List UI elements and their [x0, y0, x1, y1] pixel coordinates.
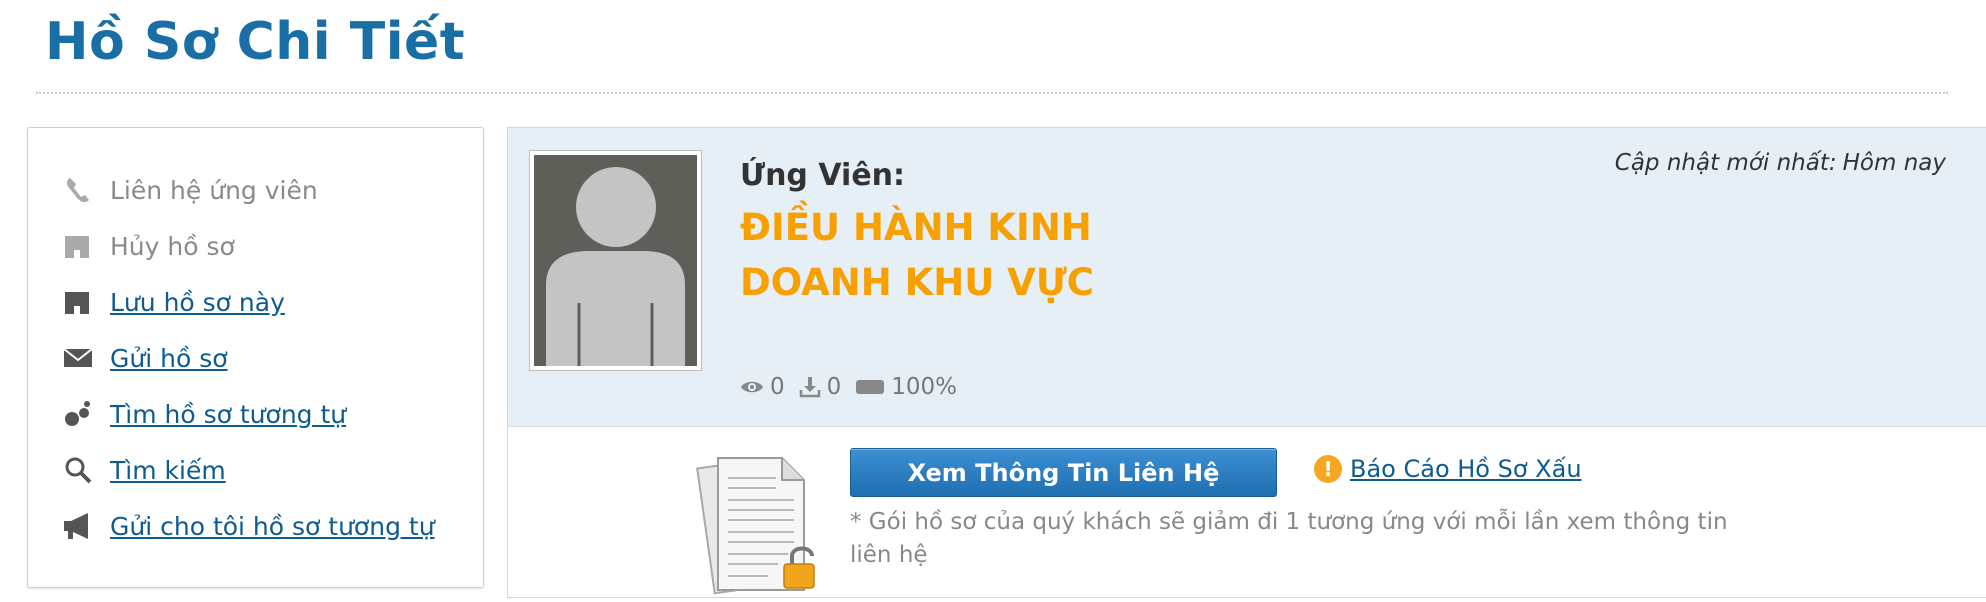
- last-updated: Cập nhật mới nhất: Hôm nay: [1609, 150, 1946, 176]
- profile-stats: 0 0 100%: [740, 374, 971, 400]
- envelope-icon: [62, 342, 94, 374]
- candidate-job-title: ĐIỀU HÀNH KINH DOANH KHU VỰC: [740, 200, 1300, 310]
- sidebar-item-find-similar[interactable]: Tìm hồ sơ tương tự: [62, 394, 346, 434]
- progress-bar-icon: [856, 380, 885, 394]
- magnifier-icon: [62, 454, 94, 486]
- sidebar-item-send-profile[interactable]: Gửi hồ sơ: [62, 338, 228, 378]
- contact-view-note: * Gói hồ sơ của quý khách sẽ giảm đi 1 t…: [850, 509, 1728, 568]
- last-updated-value: Hôm nay: [1842, 150, 1946, 176]
- action-sidebar: Liên hệ ứng viên Hủy hồ sơ Lưu hồ sơ này…: [27, 127, 484, 588]
- sidebar-item-search[interactable]: Tìm kiếm: [62, 450, 226, 490]
- folder-icon: [62, 286, 94, 318]
- profile-panel: Ứng Viên: ĐIỀU HÀNH KINH DOANH KHU VỰC C…: [507, 127, 1986, 598]
- phone-icon: [62, 174, 94, 206]
- sidebar-item-label: Liên hệ ứng viên: [110, 175, 318, 205]
- page-title: Hồ Sơ Chi Tiết: [45, 12, 466, 72]
- download-icon: [799, 377, 820, 398]
- eye-icon: [741, 381, 763, 393]
- warning-icon: !: [1314, 455, 1342, 483]
- sidebar-item-save-profile[interactable]: Lưu hồ sơ này: [62, 282, 285, 322]
- profile-header: Ứng Viên: ĐIỀU HÀNH KINH DOANH KHU VỰC C…: [508, 128, 1986, 427]
- completeness-stat: 100%: [855, 374, 957, 400]
- job-title-line: ĐIỀU HÀNH KINH: [740, 206, 1092, 249]
- avatar: [529, 150, 702, 371]
- sidebar-item-label: Hủy hồ sơ: [110, 231, 235, 261]
- report-profile-link[interactable]: ! Báo Cáo Hồ Sơ Xấu: [1314, 455, 1582, 483]
- people-icon: [62, 398, 94, 430]
- title-divider: [36, 92, 1948, 94]
- sidebar-item-label[interactable]: Gửi cho tôi hồ sơ tương tự: [110, 512, 435, 541]
- sidebar-item-label[interactable]: Gửi hồ sơ: [110, 344, 228, 373]
- megaphone-icon: [62, 510, 94, 542]
- views-stat: 0: [740, 374, 785, 400]
- sidebar-item-label[interactable]: Tìm hồ sơ tương tự: [110, 400, 346, 429]
- candidate-label: Ứng Viên:: [740, 158, 906, 193]
- sidebar-item-label[interactable]: Lưu hồ sơ này: [110, 288, 285, 317]
- downloads-count: 0: [826, 374, 842, 400]
- report-profile-label[interactable]: Báo Cáo Hồ Sơ Xấu: [1350, 455, 1582, 483]
- job-title-line: DOANH KHU VỰC: [740, 261, 1094, 304]
- sidebar-item-send-similar[interactable]: Gửi cho tôi hồ sơ tương tự: [62, 506, 435, 546]
- sidebar-item-label[interactable]: Tìm kiếm: [110, 456, 226, 485]
- last-updated-label: Cập nhật mới nhất:: [1614, 150, 1837, 176]
- folder-icon: [62, 230, 94, 262]
- locked-document-icon: [688, 448, 833, 598]
- views-count: 0: [770, 374, 785, 400]
- completeness-value: 100%: [891, 374, 958, 400]
- sidebar-item-cancel-profile[interactable]: Hủy hồ sơ: [62, 226, 235, 266]
- sidebar-item-contact-candidate[interactable]: Liên hệ ứng viên: [62, 170, 318, 210]
- avatar-placeholder-icon: [546, 167, 685, 366]
- downloads-stat: 0: [799, 374, 842, 400]
- view-contact-button[interactable]: Xem Thông Tin Liên Hệ: [850, 448, 1277, 497]
